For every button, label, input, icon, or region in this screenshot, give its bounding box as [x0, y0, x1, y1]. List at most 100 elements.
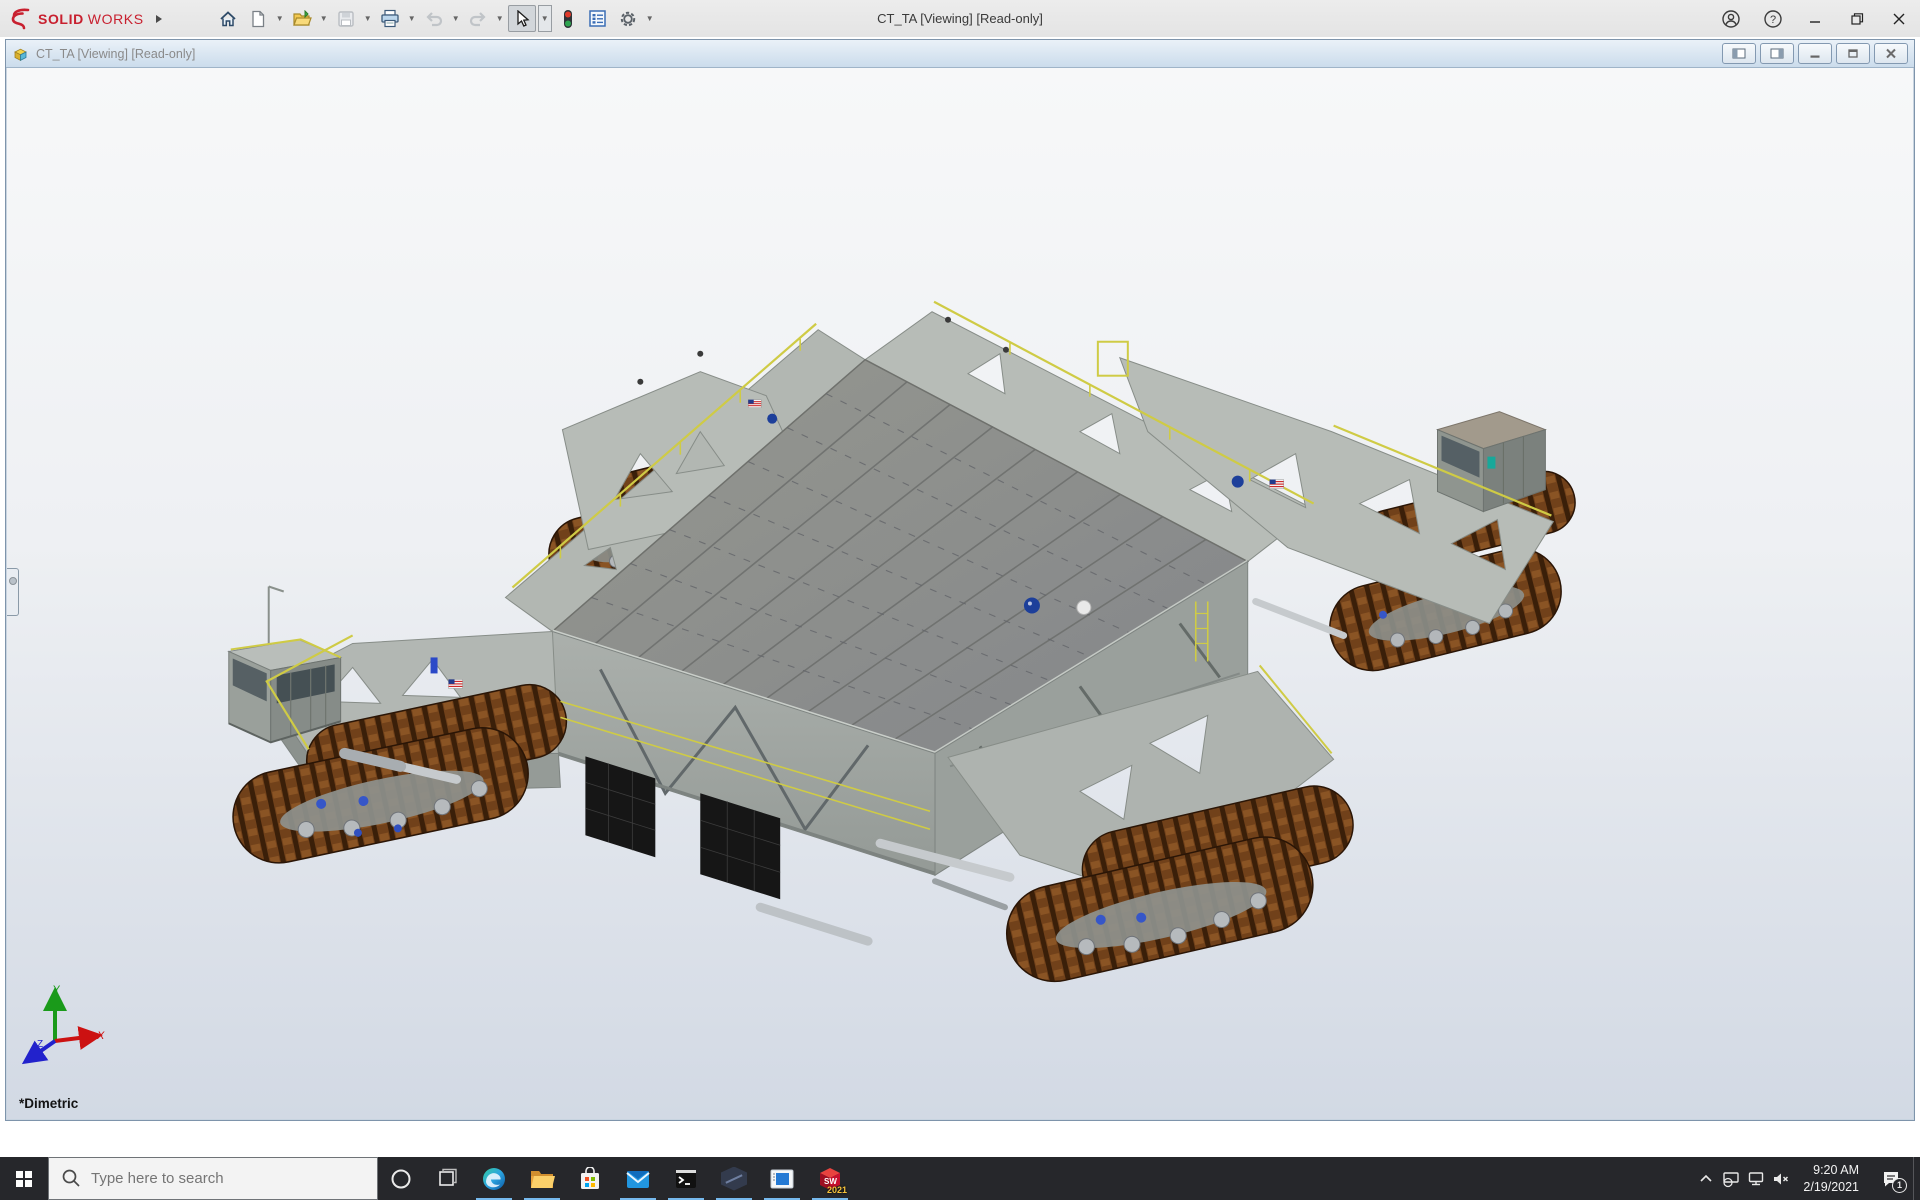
app-titlebar[interactable]: SOLIDWORKS ▼ ▼ ▼ ▼ [0, 0, 1920, 38]
panel-handle-dot [9, 577, 17, 585]
svg-text:?: ? [1770, 14, 1776, 26]
file-explorer-icon [529, 1167, 555, 1191]
taskbar-clock[interactable]: 9:20 AM 2/19/2021 [1793, 1157, 1869, 1200]
system-tray: 9:20 AM 2/19/2021 1 [1693, 1157, 1920, 1200]
solidworks-year-badge: 2021 [827, 1185, 847, 1195]
account-button[interactable] [1710, 0, 1752, 37]
solidworks-logo: SOLIDWORKS [0, 7, 172, 31]
display-properties-button[interactable] [584, 5, 612, 33]
print-dropdown[interactable]: ▼ [406, 5, 418, 33]
taskbar-app-window[interactable] [758, 1157, 806, 1200]
doc-restore-button[interactable] [1836, 43, 1870, 64]
brand-solid: SOLID [38, 11, 84, 27]
store-icon [578, 1167, 602, 1191]
options-dropdown[interactable]: ▼ [644, 5, 656, 33]
close-button[interactable] [1878, 0, 1920, 37]
orientation-triad: Y X Z [21, 981, 117, 1081]
performance-pipeline-button[interactable] [554, 5, 582, 33]
minimize-button[interactable] [1794, 0, 1836, 37]
open-button[interactable] [288, 5, 316, 33]
notification-badge: 1 [1892, 1178, 1907, 1193]
left-pane-icon [1732, 48, 1746, 59]
save-button[interactable] [332, 5, 360, 33]
undo-button[interactable] [420, 5, 448, 33]
restore-button[interactable] [1836, 0, 1878, 37]
taskbar-app-store[interactable] [566, 1157, 614, 1200]
task-view-icon [435, 1167, 459, 1191]
undo-dropdown[interactable]: ▼ [450, 5, 462, 33]
new-document-button[interactable] [244, 5, 272, 33]
home-button[interactable] [214, 5, 242, 33]
network-tray-icon[interactable] [1743, 1157, 1768, 1200]
new-document-dropdown[interactable]: ▼ [274, 5, 286, 33]
windows-logo-icon [16, 1171, 32, 1187]
help-icon: ? [1763, 9, 1783, 29]
doc-minimize-icon [1809, 49, 1821, 59]
edge-icon [481, 1166, 507, 1192]
select-tool-button[interactable] [508, 5, 536, 32]
taskbar-app-mail[interactable] [614, 1157, 662, 1200]
solidworks-logo-icon [8, 7, 34, 31]
viewport-3d[interactable]: Y X Z *Dimetric [7, 68, 1913, 1119]
feature-panel-collapsed-tab[interactable] [7, 568, 19, 616]
redo-dropdown[interactable]: ▼ [494, 5, 506, 33]
undo-icon [424, 10, 444, 28]
assembly-document-icon [12, 46, 29, 62]
help-button[interactable]: ? [1752, 0, 1794, 37]
brand-works: WORKS [88, 11, 144, 27]
document-title: CT_TA [Viewing] [Read-only] [36, 47, 195, 61]
taskbar-app-file-explorer[interactable] [518, 1157, 566, 1200]
doc-close-button[interactable] [1874, 43, 1908, 64]
cast-display-tray-icon[interactable] [1718, 1157, 1743, 1200]
quick-access-toolbar: ▼ ▼ ▼ ▼ ▼ ▼ ▼ [214, 5, 656, 33]
save-icon [337, 10, 355, 28]
print-icon [380, 9, 400, 28]
new-document-icon [249, 10, 267, 28]
volume-muted-tray-icon[interactable] [1768, 1157, 1793, 1200]
cortana-button[interactable] [378, 1157, 424, 1200]
action-center-button[interactable]: 1 [1869, 1157, 1913, 1200]
document-titlebar[interactable]: CT_TA [Viewing] [Read-only] [6, 40, 1914, 68]
open-folder-icon [292, 10, 312, 28]
taskbar-search[interactable] [48, 1157, 378, 1200]
show-desktop-button[interactable] [1913, 1157, 1920, 1200]
start-button[interactable] [0, 1157, 48, 1200]
app-window-icon [769, 1168, 795, 1190]
doc-minimize-button[interactable] [1798, 43, 1832, 64]
app-client-area: CT_TA [Viewing] [Read-only] [0, 37, 1920, 1157]
clock-date: 2/19/2021 [1803, 1179, 1859, 1196]
command-prompt-icon [674, 1167, 698, 1191]
options-button[interactable] [614, 5, 642, 33]
minimize-icon [1808, 12, 1822, 26]
brand-flyout-arrow-icon[interactable] [156, 15, 162, 23]
select-tool-dropdown[interactable]: ▼ [538, 5, 552, 32]
document-window-buttons [1722, 43, 1908, 64]
taskbar-app-hexagon-utility[interactable] [710, 1157, 758, 1200]
redo-button[interactable] [464, 5, 492, 33]
network-icon [1747, 1170, 1765, 1188]
print-button[interactable] [376, 5, 404, 33]
redo-icon [468, 10, 488, 28]
taskbar-app-solidworks[interactable]: SW 2021 [806, 1157, 854, 1200]
save-dropdown[interactable]: ▼ [362, 5, 374, 33]
window-controls: ? [1710, 0, 1920, 37]
mail-icon [625, 1168, 651, 1190]
task-view-button[interactable] [424, 1157, 470, 1200]
taskbar-app-command-prompt[interactable] [662, 1157, 710, 1200]
select-arrow-icon [514, 10, 530, 28]
chevron-up-icon [1698, 1171, 1714, 1187]
search-input[interactable] [48, 1157, 378, 1200]
desktop: SOLIDWORKS ▼ ▼ ▼ ▼ [0, 0, 1920, 1200]
open-dropdown[interactable]: ▼ [318, 5, 330, 33]
properties-list-icon [588, 9, 607, 28]
view-orientation-label: *Dimetric [19, 1096, 78, 1111]
close-icon [1892, 12, 1906, 26]
show-left-pane-button[interactable] [1722, 43, 1756, 64]
taskbar-app-edge[interactable] [470, 1157, 518, 1200]
show-right-pane-button[interactable] [1760, 43, 1794, 64]
hidden-icons-chevron[interactable] [1693, 1157, 1718, 1200]
triad-y-label: Y [53, 984, 61, 996]
cortana-icon [389, 1167, 413, 1191]
right-pane-icon [1770, 48, 1784, 59]
doc-close-icon [1885, 48, 1897, 59]
